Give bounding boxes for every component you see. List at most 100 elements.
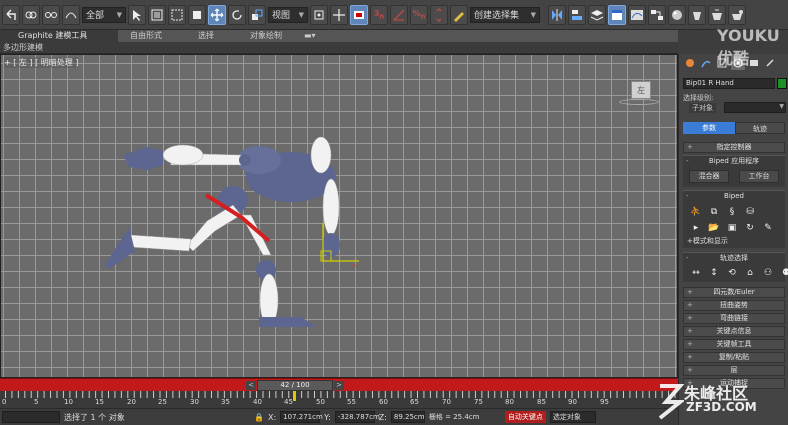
rollout-header[interactable]: - Biped 应用程序 xyxy=(683,156,785,167)
biped-foot-left[interactable] xyxy=(105,227,135,269)
rollout-assign-controller[interactable]: + 指定控制器 xyxy=(683,142,785,153)
biped-forearm-left[interactable] xyxy=(162,144,204,166)
angle-snap-icon[interactable] xyxy=(390,4,408,25)
autokey-button[interactable]: 自动关键点 xyxy=(504,411,546,423)
time-slider-thumb[interactable]: 42 / 100 xyxy=(257,380,333,391)
rotate-icon[interactable] xyxy=(228,4,246,25)
biped-foot-right[interactable] xyxy=(259,317,316,327)
rect-region-icon[interactable] xyxy=(168,4,186,25)
viewport-left[interactable]: + [ 左 ] [ 明暗处理 ] 左 x xyxy=(0,54,678,378)
render-setup-icon[interactable] xyxy=(688,4,706,25)
time-slider[interactable]: < 42 / 100 > xyxy=(0,378,678,391)
biped-forearm-right[interactable] xyxy=(322,178,340,236)
z-coord-field[interactable]: 89.25cm xyxy=(390,411,425,423)
rollout-twist-poses[interactable]: + 扭曲姿势 xyxy=(683,300,785,311)
snap-toggle-icon[interactable]: 3n xyxy=(370,4,388,25)
percent-snap-icon[interactable]: %n xyxy=(410,4,428,25)
unlink-icon[interactable] xyxy=(42,4,60,25)
pivot-icon[interactable] xyxy=(310,4,328,25)
align-icon[interactable] xyxy=(568,4,586,25)
body-rotation-icon[interactable]: ⟲ xyxy=(725,266,739,280)
figure-mode-icon[interactable]: ⛹ xyxy=(689,205,703,219)
biped-figure[interactable]: x xyxy=(1,55,678,378)
rollout-layers[interactable]: + 层 xyxy=(683,365,785,376)
key-filter-dropdown[interactable]: 选定对象 xyxy=(549,411,596,423)
y-coord-field[interactable]: -328.787cm xyxy=(334,411,380,423)
selection-filter-dropdown[interactable]: 全部 ▼ xyxy=(82,6,126,23)
named-selection-dropdown[interactable]: 创建选择集 ▼ xyxy=(470,6,540,23)
select-by-name-icon[interactable] xyxy=(148,4,166,25)
move-icon[interactable] xyxy=(208,4,226,25)
object-name-field[interactable]: Bip01 R Hand xyxy=(683,78,775,89)
footstep-mode-icon[interactable]: ⧉ xyxy=(707,205,721,219)
curve-editor-icon[interactable] xyxy=(628,4,646,25)
link-icon[interactable] xyxy=(22,4,40,25)
material-editor-icon[interactable] xyxy=(668,4,686,25)
mixer-mode-icon[interactable]: ⛁ xyxy=(743,205,757,219)
keyboard-shortcut-icon[interactable] xyxy=(350,4,368,25)
ribbon-options-icon[interactable]: ▬▾ xyxy=(298,30,322,42)
keyframe-marker[interactable] xyxy=(293,391,296,401)
rollout-copy-paste[interactable]: + 复制/粘贴 xyxy=(683,352,785,363)
biped-upperarm-right[interactable] xyxy=(310,136,332,174)
convert-icon[interactable]: ↻ xyxy=(743,221,757,235)
rollout-title: 四元数/Euler xyxy=(713,288,755,296)
undo-icon[interactable] xyxy=(2,4,20,25)
biped-calf-left[interactable] xyxy=(128,234,192,252)
track-bar[interactable]: 0 5 10 15 20 25 30 35 40 45 50 55 60 65 … xyxy=(0,391,678,408)
params-button[interactable]: 参数 xyxy=(683,122,735,134)
move-all-icon[interactable]: ✎ xyxy=(761,221,775,235)
select-manipulate-icon[interactable] xyxy=(330,4,348,25)
lock-cob-icon[interactable]: ⌂ xyxy=(743,266,757,280)
render-frame-icon[interactable] xyxy=(708,4,726,25)
mirror-icon[interactable] xyxy=(548,4,566,25)
tab-selection[interactable]: 选择 xyxy=(192,30,220,42)
rollout-header[interactable]: - Biped xyxy=(683,191,785,202)
x-coord-field[interactable]: 107.271cm xyxy=(280,411,323,423)
open-file-icon[interactable]: 📂 xyxy=(707,221,721,235)
buffer-mode-icon[interactable]: ▸ xyxy=(689,221,703,235)
rollout-header[interactable]: - 轨迹选择 xyxy=(683,253,785,264)
tick-label: 55 xyxy=(347,398,356,406)
scale-icon[interactable] xyxy=(248,4,266,25)
mode-display-toggle[interactable]: +模式和显示 xyxy=(683,236,785,247)
lock-icon[interactable]: 🔒 xyxy=(254,413,264,422)
trajectories-button[interactable]: 轨迹 xyxy=(735,122,785,134)
opposite-icon[interactable]: ⚉ xyxy=(779,266,788,280)
time-next-button[interactable]: > xyxy=(334,381,344,390)
rollout-quaternion[interactable]: + 四元数/Euler xyxy=(683,287,785,298)
object-color-swatch[interactable] xyxy=(777,78,787,89)
maxscript-listener[interactable] xyxy=(2,411,60,423)
rollout-bend-links[interactable]: + 弯曲链接 xyxy=(683,313,785,324)
window-crossing-icon[interactable] xyxy=(188,4,206,25)
biped-hand-left[interactable] xyxy=(123,147,163,170)
bind-spacewarp-icon[interactable] xyxy=(62,4,80,25)
tab-freeform[interactable]: 自由形式 xyxy=(124,30,168,42)
spinner-snap-icon[interactable] xyxy=(430,4,448,25)
body-vertical-icon[interactable]: ↕ xyxy=(707,266,721,280)
tab-graphite[interactable]: Graphite 建模工具 xyxy=(0,30,118,42)
render-icon[interactable] xyxy=(728,4,746,25)
motion-flow-icon[interactable]: § xyxy=(725,205,739,219)
tab-object-paint[interactable]: 对象绘制 xyxy=(244,30,288,42)
workbench-button[interactable]: 工作台 xyxy=(739,170,779,183)
sub-object-dropdown[interactable]: ▼ xyxy=(724,102,786,113)
create-tab-icon[interactable] xyxy=(683,56,697,70)
layer-manager-icon[interactable] xyxy=(588,4,606,25)
symmetrical-icon[interactable]: ⚇ xyxy=(761,266,775,280)
rollout-key-info[interactable]: + 关键点信息 xyxy=(683,326,785,337)
edit-named-selection-icon[interactable] xyxy=(450,4,468,25)
rollout-title: 层 xyxy=(730,366,738,374)
body-horizontal-icon[interactable]: ↔ xyxy=(689,266,703,280)
select-object-icon[interactable] xyxy=(128,4,146,25)
mixer-button[interactable]: 混合器 xyxy=(689,170,729,183)
ribbon-sub-label[interactable]: 多边形建模 xyxy=(0,42,678,54)
graphite-ribbon-icon[interactable] xyxy=(608,4,626,25)
time-prev-button[interactable]: < xyxy=(246,381,256,390)
biped-elbow-left[interactable] xyxy=(239,154,251,166)
ref-coord-dropdown[interactable]: 视图 ▼ xyxy=(268,6,308,23)
modify-tab-icon[interactable] xyxy=(699,56,713,70)
rollout-keyframing-tools[interactable]: + 关键帧工具 xyxy=(683,339,785,350)
schematic-view-icon[interactable] xyxy=(648,4,666,25)
save-file-icon[interactable]: ▣ xyxy=(725,221,739,235)
